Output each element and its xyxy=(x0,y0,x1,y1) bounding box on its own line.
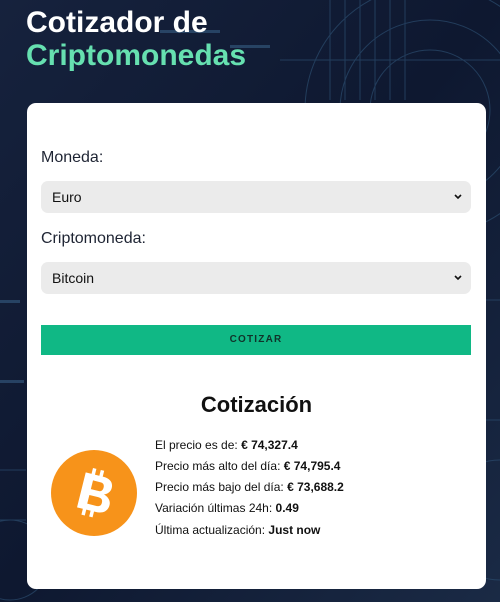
change-line: Variación últimas 24h: 0.49 xyxy=(155,501,299,515)
price-label: El precio es de: xyxy=(155,438,238,452)
chevron-down-icon xyxy=(454,194,462,200)
bitcoin-icon xyxy=(51,450,137,536)
price-line: El precio es de: € 74,327.4 xyxy=(155,438,298,452)
crypto-select[interactable]: Bitcoin xyxy=(41,262,471,294)
chevron-down-icon xyxy=(454,275,462,281)
crypto-label: Criptomoneda: xyxy=(41,230,146,247)
crypto-select-value: Bitcoin xyxy=(52,270,95,286)
low-value: € 73,688.2 xyxy=(287,480,344,494)
high-value: € 74,795.4 xyxy=(283,459,341,473)
currency-select-value: Euro xyxy=(52,189,82,205)
result-title: Cotización xyxy=(200,392,313,417)
change-label: Variación últimas 24h: xyxy=(155,501,273,515)
currency-label: Moneda: xyxy=(41,149,104,166)
high-line: Precio más alto del día: € 74,795.4 xyxy=(155,459,340,473)
high-label: Precio más alto del día: xyxy=(155,459,281,473)
updated-label: Última actualización: xyxy=(155,523,266,537)
page-subtitle: Criptomonedas xyxy=(26,39,247,72)
cotizar-button[interactable]: COTIZAR xyxy=(41,325,471,355)
change-value: 0.49 xyxy=(275,501,299,515)
low-label: Precio más bajo del día: xyxy=(155,480,284,494)
page-title: Cotizador de xyxy=(26,6,208,39)
quote-card: Moneda: Euro Criptomoneda: Bitcoin COTIZ… xyxy=(27,103,486,589)
low-line: Precio más bajo del día: € 73,688.2 xyxy=(155,480,344,494)
currency-select[interactable]: Euro xyxy=(41,181,471,213)
updated-value: Just now xyxy=(268,523,321,537)
updated-line: Última actualización: Just now xyxy=(155,523,320,537)
price-value: € 74,327.4 xyxy=(241,438,298,452)
page-header: Cotizador de Criptomonedas xyxy=(26,6,246,72)
